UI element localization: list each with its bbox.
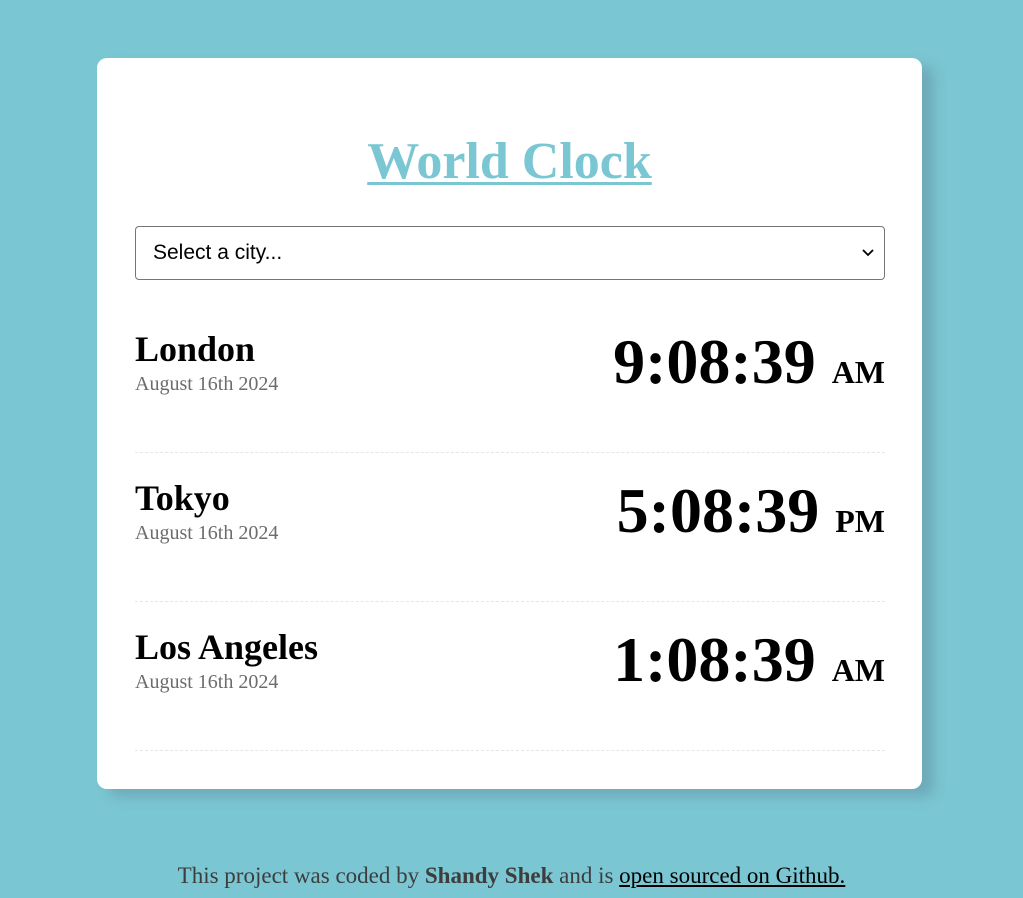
city-ampm: PM (835, 503, 885, 539)
city-time: 1:08:39 AM (613, 620, 885, 700)
city-time: 9:08:39 AM (613, 322, 885, 402)
city-row-tokyo: Tokyo August 16th 2024 5:08:39 PM (135, 453, 885, 602)
city-date: August 16th 2024 (135, 671, 279, 693)
city-time: 5:08:39 PM (617, 471, 885, 551)
footer-prefix: This project was coded by (177, 863, 420, 888)
world-clock-card: World Clock Select a city... London Augu… (97, 58, 922, 789)
chevron-down-icon (858, 243, 878, 263)
city-date: August 16th 2024 (135, 373, 279, 395)
city-name: Tokyo (135, 478, 230, 518)
city-clock: 5:08:39 (616, 475, 820, 546)
city-ampm: AM (831, 354, 885, 390)
footer-middle: and is (559, 863, 614, 888)
page-title: World Clock (97, 130, 922, 194)
footer-author: Shandy Shek (424, 863, 554, 888)
city-clock: 9:08:39 (613, 326, 816, 397)
title-link[interactable]: World Clock (367, 133, 652, 190)
city-date: August 16th 2024 (135, 522, 279, 544)
github-link[interactable]: open sourced on Github. (619, 863, 845, 888)
city-select-value: Select a city... (153, 241, 283, 264)
city-row-los-angeles: Los Angeles August 16th 2024 1:08:39 AM (135, 602, 885, 751)
city-ampm: AM (831, 652, 885, 688)
city-clock: 1:08:39 (613, 624, 816, 695)
city-row-london: London August 16th 2024 9:08:39 AM (135, 304, 885, 453)
city-name: London (135, 329, 256, 369)
footer: This project was coded by Shandy Shek an… (0, 861, 1023, 891)
city-name: Los Angeles (135, 627, 319, 667)
city-select[interactable]: Select a city... (135, 226, 885, 280)
